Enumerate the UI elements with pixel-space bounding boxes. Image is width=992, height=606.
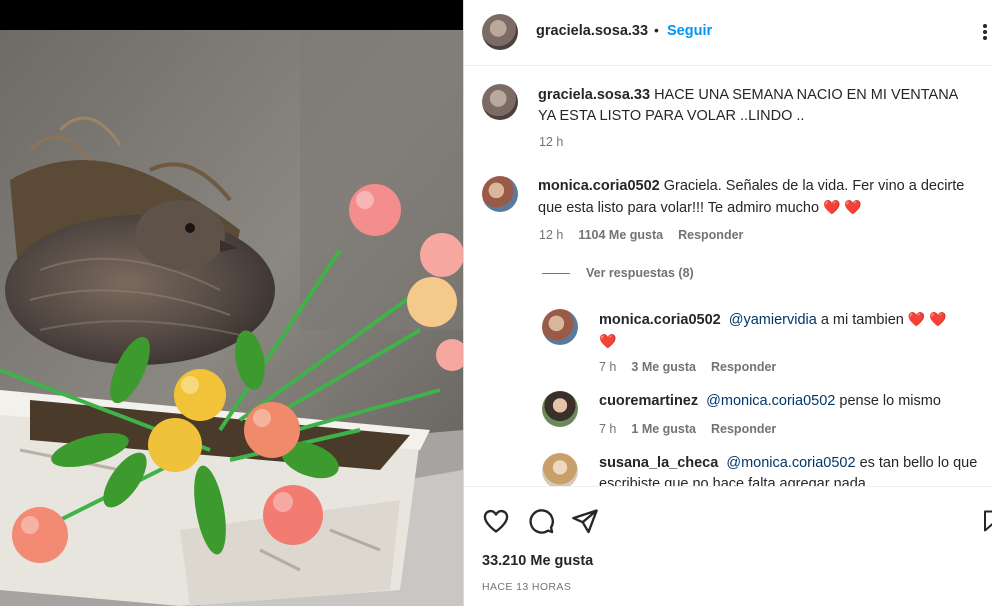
post-side-panel: graciela.sosa.33 • Seguir graciela.sosa.… [463,0,992,606]
reply-button[interactable]: Responder [711,422,776,436]
reply-mention[interactable]: @monica.coria0502 [706,393,835,409]
heart-emoji-icon: ❤️ ❤️ [907,311,947,327]
reply-username[interactable]: susana_la_checa [599,455,718,471]
vertical-dots-icon[interactable] [983,22,992,44]
post-actions: 33.210 Me gusta HACE 13 HORAS [464,486,992,606]
comment-username[interactable]: monica.coria0502 [538,178,660,194]
heart-emoji-icon: ❤️ ❤️ [823,199,862,215]
reply-text: pense lo mismo [839,393,941,409]
reply-mention[interactable]: @yamiervidia [729,312,817,328]
reply-button[interactable]: Responder [678,228,743,242]
caption-username[interactable]: graciela.sosa.33 [538,87,650,103]
reply-time[interactable]: 7 h [599,360,616,374]
follow-button[interactable]: Seguir [667,23,712,39]
post-header: graciela.sosa.33 • Seguir [464,0,992,66]
reply-likes[interactable]: 3 Me gusta [631,360,696,374]
comment-avatar[interactable] [482,176,518,212]
reply-button[interactable]: Responder [711,360,776,374]
bookmark-icon[interactable] [981,507,992,535]
reply-avatar[interactable] [542,391,578,427]
replies-divider [542,272,570,274]
comment-likes[interactable]: 1104 Me gusta [578,228,663,242]
reply-username[interactable]: monica.coria0502 [599,312,721,328]
comment-time[interactable]: 12 h [539,228,563,242]
paper-plane-icon[interactable] [571,507,599,535]
comments-list[interactable]: graciela.sosa.33 HACE UNA SEMANA NACIO EN… [464,66,992,486]
reply-avatar[interactable] [542,309,578,345]
heart-outline-icon[interactable] [482,507,510,535]
author-username[interactable]: graciela.sosa.33 [536,23,648,39]
view-replies-label: Ver respuestas (8) [586,266,694,280]
view-replies-button[interactable]: Ver respuestas (8) [542,266,694,280]
author-avatar[interactable] [482,14,518,50]
reply-likes[interactable]: 1 Me gusta [631,422,696,436]
caption-avatar[interactable] [482,84,518,120]
comment-bubble-icon[interactable] [527,507,555,535]
bird-in-flowerpot-photo [0,30,463,606]
heart-emoji-icon: ❤️ [599,333,617,349]
post-photo[interactable] [0,0,463,606]
follow-separator: • [654,22,659,38]
post-time-ago[interactable]: HACE 13 HORAS [482,581,571,593]
reply-text: a mi tambien [820,312,904,328]
reply-mention[interactable]: @monica.coria0502 [726,455,855,471]
likes-count[interactable]: 33.210 Me gusta [482,553,593,569]
caption-time[interactable]: 12 h [539,135,563,149]
reply-time[interactable]: 7 h [599,422,616,436]
reply-avatar[interactable] [542,453,578,486]
reply-username[interactable]: cuoremartinez [599,393,698,409]
